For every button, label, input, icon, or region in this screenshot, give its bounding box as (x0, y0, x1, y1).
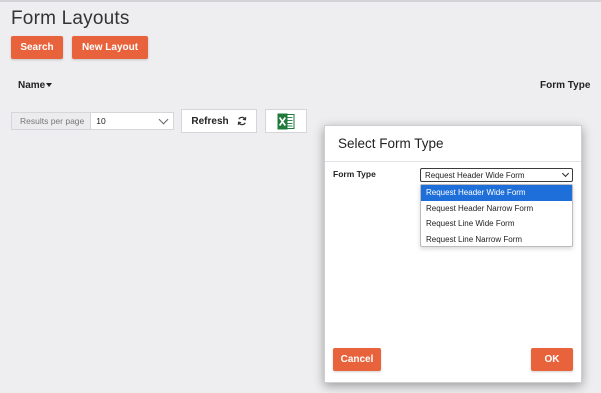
chevron-down-icon (561, 169, 570, 178)
form-type-select[interactable]: Request Header Wide Form (420, 168, 573, 182)
chevron-down-icon (158, 114, 169, 125)
results-per-page-current: 10 (96, 116, 106, 126)
select-form-type-modal: Select Form Type Form Type Request Heade… (324, 125, 582, 383)
sort-desc-icon (46, 83, 53, 88)
refresh-label: Refresh (191, 115, 229, 127)
search-button[interactable]: Search (11, 36, 63, 59)
form-type-select-value: Request Header Wide Form (425, 170, 525, 180)
new-layout-button[interactable]: New Layout (72, 36, 148, 59)
dropdown-option[interactable]: Request Line Wide Form (421, 216, 572, 232)
dropdown-option[interactable]: Request Header Narrow Form (421, 201, 572, 217)
cancel-button[interactable]: Cancel (333, 348, 381, 371)
modal-divider (325, 161, 581, 162)
top-border (0, 0, 601, 2)
excel-icon (277, 113, 295, 129)
results-per-page-value[interactable]: 10 (91, 113, 173, 129)
page-title: Form Layouts (11, 8, 130, 29)
export-excel-button[interactable] (265, 109, 307, 133)
dropdown-option[interactable]: Request Line Narrow Form (421, 232, 572, 248)
name-column-header[interactable]: Name (18, 80, 53, 91)
dropdown-option[interactable]: Request Header Wide Form (421, 185, 572, 201)
name-column-label: Name (18, 80, 46, 91)
results-per-page-label: Results per page (12, 113, 92, 129)
results-per-page-select[interactable]: Results per page 10 (11, 112, 174, 130)
form-type-column-label: Form Type (540, 80, 591, 91)
refresh-button[interactable]: Refresh (181, 109, 257, 133)
form-type-label: Form Type (333, 169, 376, 179)
modal-title: Select Form Type (338, 136, 444, 151)
form-type-column-header[interactable]: Form Type (540, 80, 590, 91)
ok-button[interactable]: OK (531, 348, 573, 371)
form-type-dropdown: Request Header Wide Form Request Header … (420, 184, 573, 247)
refresh-icon (237, 116, 246, 126)
